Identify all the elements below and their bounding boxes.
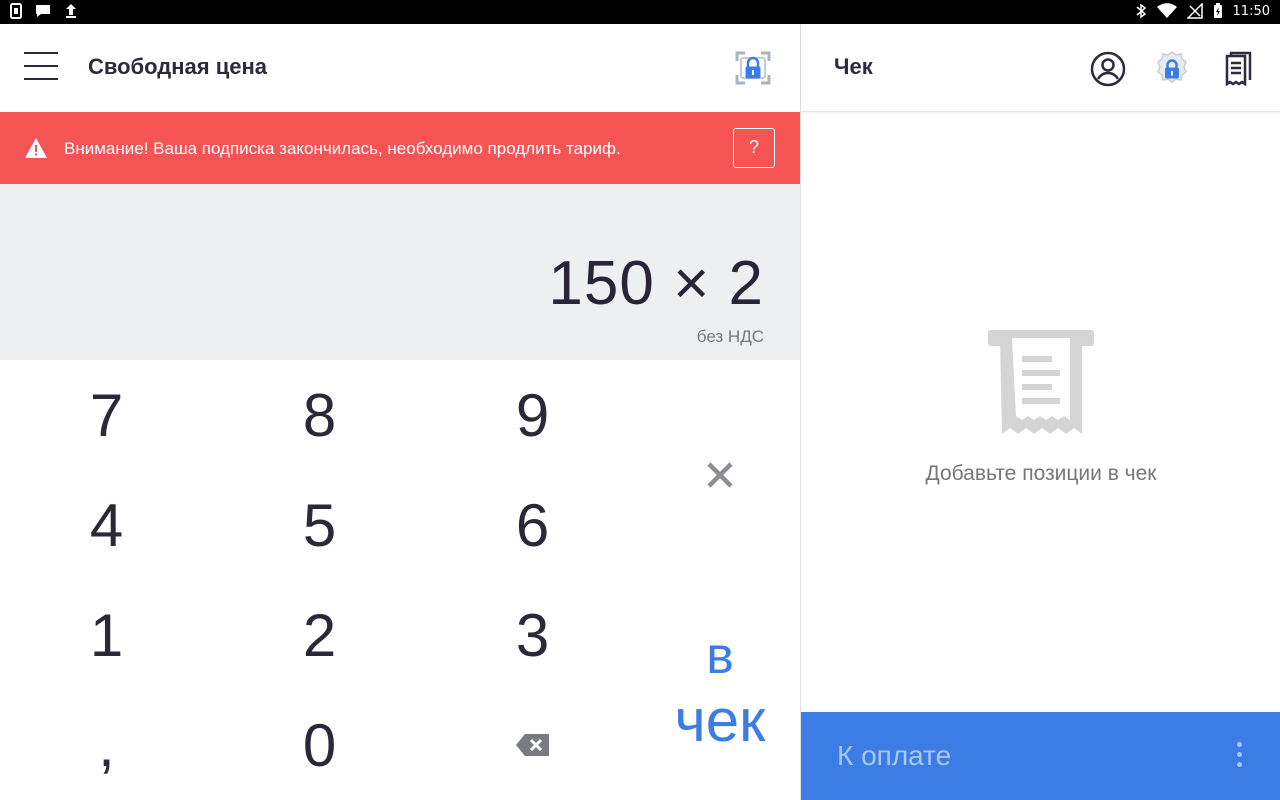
- menu-button[interactable]: [24, 52, 64, 84]
- backspace-icon: [515, 734, 549, 756]
- receipt-toolbar: Чек: [801, 24, 1280, 112]
- hamburger-icon: [24, 52, 58, 54]
- user-icon[interactable]: [1089, 50, 1127, 88]
- more-vert-icon[interactable]: [1237, 742, 1245, 772]
- vat-label: без НДС: [696, 327, 764, 346]
- upload-icon: [66, 4, 76, 18]
- key-2[interactable]: 2: [213, 580, 426, 690]
- add-to-check-line1: в: [706, 627, 734, 685]
- empty-receipt-icon: [988, 330, 1094, 434]
- page-title: Свободная цена: [88, 54, 268, 79]
- pay-button[interactable]: К оплате: [801, 712, 1280, 800]
- key-5[interactable]: 5: [213, 470, 426, 580]
- free-price-toolbar: Свободная цена: [0, 24, 800, 112]
- pay-button-label: К оплате: [837, 740, 952, 771]
- price-expression: 150 × 2: [548, 249, 764, 318]
- add-to-check-line2: чек: [674, 687, 766, 754]
- calculator-display: 150 × 2 без НДС: [0, 184, 800, 360]
- empty-receipt-state: Добавьте позиции в чек: [801, 324, 1280, 485]
- battery-icon: [1213, 3, 1222, 18]
- help-button[interactable]: ?: [733, 128, 775, 168]
- alert-message: Внимание! Ваша подписка закончилась, нео…: [64, 139, 621, 158]
- add-to-check-button[interactable]: в чек: [640, 610, 800, 800]
- key-6[interactable]: 6: [426, 470, 639, 580]
- key-comma[interactable]: ,: [0, 690, 213, 800]
- key-4[interactable]: 4: [0, 470, 213, 580]
- multiply-key[interactable]: [640, 420, 800, 530]
- key-8[interactable]: 8: [213, 360, 426, 470]
- warning-icon: [25, 138, 47, 158]
- status-bar: 11:50: [0, 0, 1280, 24]
- receipt-pane: Чек Добавьте позиции в чек К оплате: [800, 24, 1280, 800]
- status-time: 11:50: [1232, 3, 1270, 19]
- scan-lock-icon[interactable]: [734, 50, 772, 86]
- key-3[interactable]: 3: [426, 580, 639, 690]
- keypad-side-column: в чек: [640, 360, 800, 800]
- signal-off-icon: [1186, 3, 1203, 19]
- wifi-icon: [1156, 3, 1177, 18]
- backspace-key[interactable]: [426, 690, 639, 800]
- key-9[interactable]: 9: [426, 360, 639, 470]
- numeric-keypad: 7 8 9 4 5 6 1 2 3 , 0: [0, 360, 640, 800]
- hamburger-line: [24, 65, 58, 67]
- subscription-alert: Внимание! Ваша подписка закончилась, нео…: [0, 112, 800, 184]
- multiply-icon: [707, 462, 733, 488]
- badge-lock-icon[interactable]: [1153, 50, 1191, 88]
- key-7[interactable]: 7: [0, 360, 213, 470]
- receipt-title: Чек: [834, 54, 873, 79]
- chat-icon: [36, 5, 50, 17]
- empty-receipt-hint: Добавьте позиции в чек: [925, 462, 1157, 485]
- key-1[interactable]: 1: [0, 580, 213, 690]
- hamburger-line: [24, 78, 58, 80]
- free-price-pane: Свободная цена Внимание! Ваша подписка з…: [0, 24, 800, 800]
- bluetooth-icon: [1136, 3, 1146, 19]
- sim-card-icon: [10, 3, 22, 19]
- key-0[interactable]: 0: [213, 690, 426, 800]
- receipts-icon[interactable]: [1219, 50, 1257, 88]
